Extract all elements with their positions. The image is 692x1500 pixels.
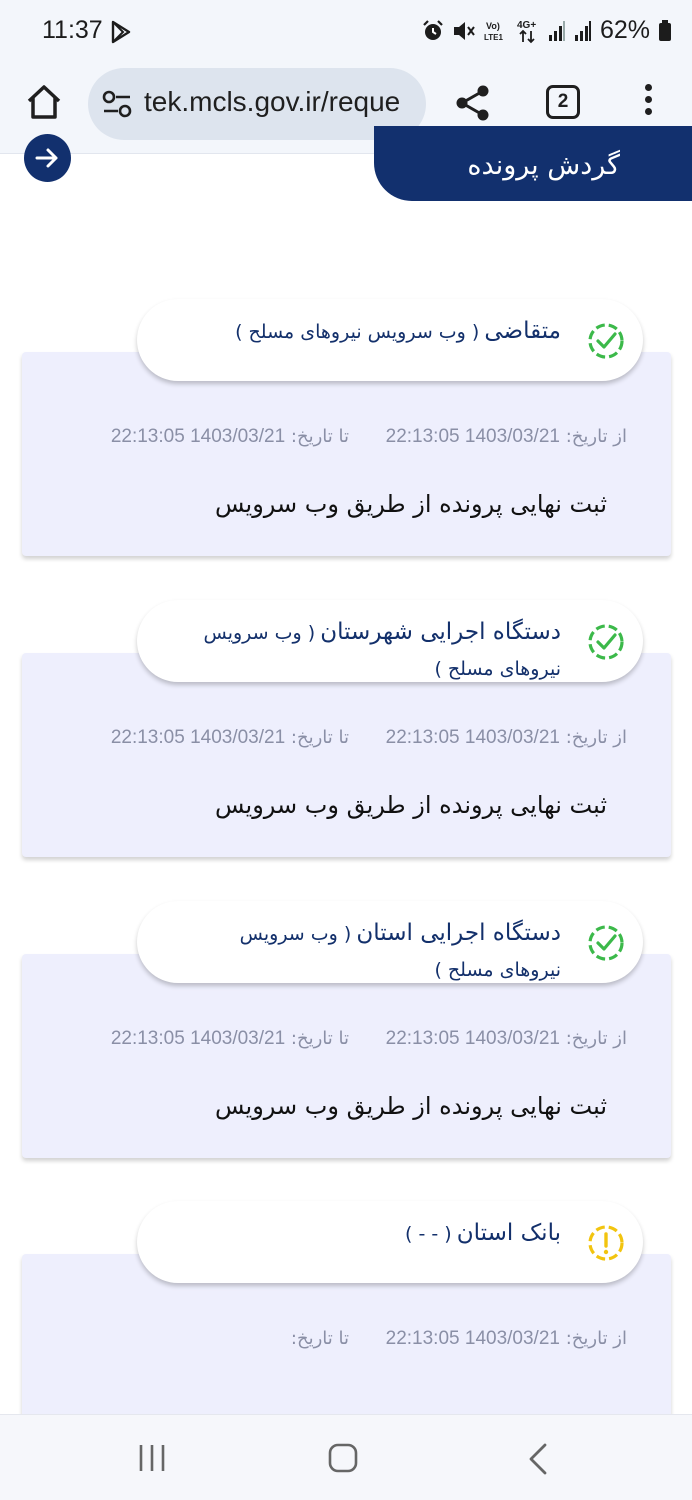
status-bar: 11:37 Vo) LTE1 4G+ 62% <box>0 0 692 66</box>
back-icon[interactable] <box>528 1443 548 1475</box>
url-text: tek.mcls.gov.ir/reque <box>144 86 401 117</box>
signal-icon <box>548 20 565 41</box>
to-date: تا تاریخ: <box>290 1328 349 1349</box>
more-menu-icon[interactable] <box>640 84 656 122</box>
arrow-right-icon <box>35 148 58 168</box>
step-subtitle: ( وب سرویس <box>239 923 352 945</box>
mute-icon <box>453 21 475 40</box>
svg-text:4G+: 4G+ <box>517 20 536 31</box>
to-date: تا تاریخ: 1403/03/21 22:13:05 <box>110 426 349 447</box>
home-icon[interactable] <box>24 82 64 122</box>
page-title: گردش پرونده <box>374 126 692 201</box>
signal-icon <box>574 20 591 41</box>
recents-icon[interactable] <box>138 1443 166 1473</box>
to-date: تا تاریخ: 1403/03/21 22:13:05 <box>110 727 349 748</box>
card-description: ثبت نهایی پرونده از طریق وب سرویس <box>214 791 607 819</box>
next-button[interactable] <box>24 134 71 182</box>
4g-icon: 4G+ <box>517 20 536 43</box>
timeline-step-header: دستگاه اجرایی استان ( وب سرویس نیروهای م… <box>137 901 643 983</box>
timeline-step-header: متقاضی ( وب سرویس نیروهای مسلح ) <box>137 299 643 381</box>
play-store-icon <box>111 20 131 44</box>
timeline-card: از تاریخ: 1403/03/21 22:13:05 تا تاریخ: … <box>22 352 671 556</box>
check-circle-icon <box>588 925 624 961</box>
check-circle-icon <box>588 323 624 359</box>
step-title: متقاضی <box>484 318 561 344</box>
status-time: 11:37 <box>42 16 103 44</box>
step-title: دستگاه اجرایی استان <box>356 920 561 946</box>
site-settings-icon[interactable] <box>102 90 132 118</box>
from-date: از تاریخ: 1403/03/21 22:13:05 <box>385 1028 627 1049</box>
to-date: تا تاریخ: 1403/03/21 22:13:05 <box>110 1028 349 1049</box>
alarm-icon <box>423 19 443 40</box>
step-subtitle-wrap: نیروهای مسلح ) <box>434 658 561 680</box>
from-date: از تاریخ: 1403/03/21 22:13:05 <box>385 426 627 447</box>
timeline-card: از تاریخ: 1403/03/21 22:13:05 تا تاریخ: … <box>22 653 671 857</box>
share-icon[interactable] <box>454 84 492 122</box>
system-nav-bar <box>0 1414 692 1500</box>
card-description: ثبت نهایی پرونده از طریق وب سرویس <box>214 490 607 518</box>
svg-text:Vo): Vo) <box>486 21 500 31</box>
home-nav-icon[interactable] <box>328 1443 358 1473</box>
step-title: بانک استان <box>456 1220 561 1246</box>
tab-switcher-button[interactable]: 2 <box>546 85 580 119</box>
status-icons: Vo) LTE1 4G+ 62% <box>422 16 672 45</box>
card-description: ثبت نهایی پرونده از طریق وب سرویس <box>214 1092 607 1120</box>
svg-text:LTE1: LTE1 <box>484 33 504 42</box>
check-circle-icon <box>588 624 624 660</box>
timeline-card: از تاریخ: 1403/03/21 22:13:05 تا تاریخ: … <box>22 954 671 1158</box>
from-date: از تاریخ: 1403/03/21 22:13:05 <box>385 1328 627 1349</box>
step-title: دستگاه اجرایی شهرستان <box>320 619 561 645</box>
warning-circle-icon <box>588 1225 624 1261</box>
from-date: از تاریخ: 1403/03/21 22:13:05 <box>385 727 627 748</box>
timeline-step-header: دستگاه اجرایی شهرستان ( وب سرویس نیروهای… <box>137 600 643 682</box>
step-subtitle: ( وب سرویس نیروهای مسلح ) <box>235 321 480 343</box>
step-subtitle-wrap: نیروهای مسلح ) <box>434 959 561 981</box>
battery-icon <box>659 19 671 41</box>
volte-icon: Vo) LTE1 <box>484 21 504 42</box>
step-subtitle: ( وب سرویس <box>203 622 316 644</box>
timeline-step-header: بانک استان ( - - ) <box>137 1201 643 1283</box>
step-subtitle: ( - - ) <box>405 1223 452 1245</box>
battery-percent: 62% <box>599 16 650 44</box>
